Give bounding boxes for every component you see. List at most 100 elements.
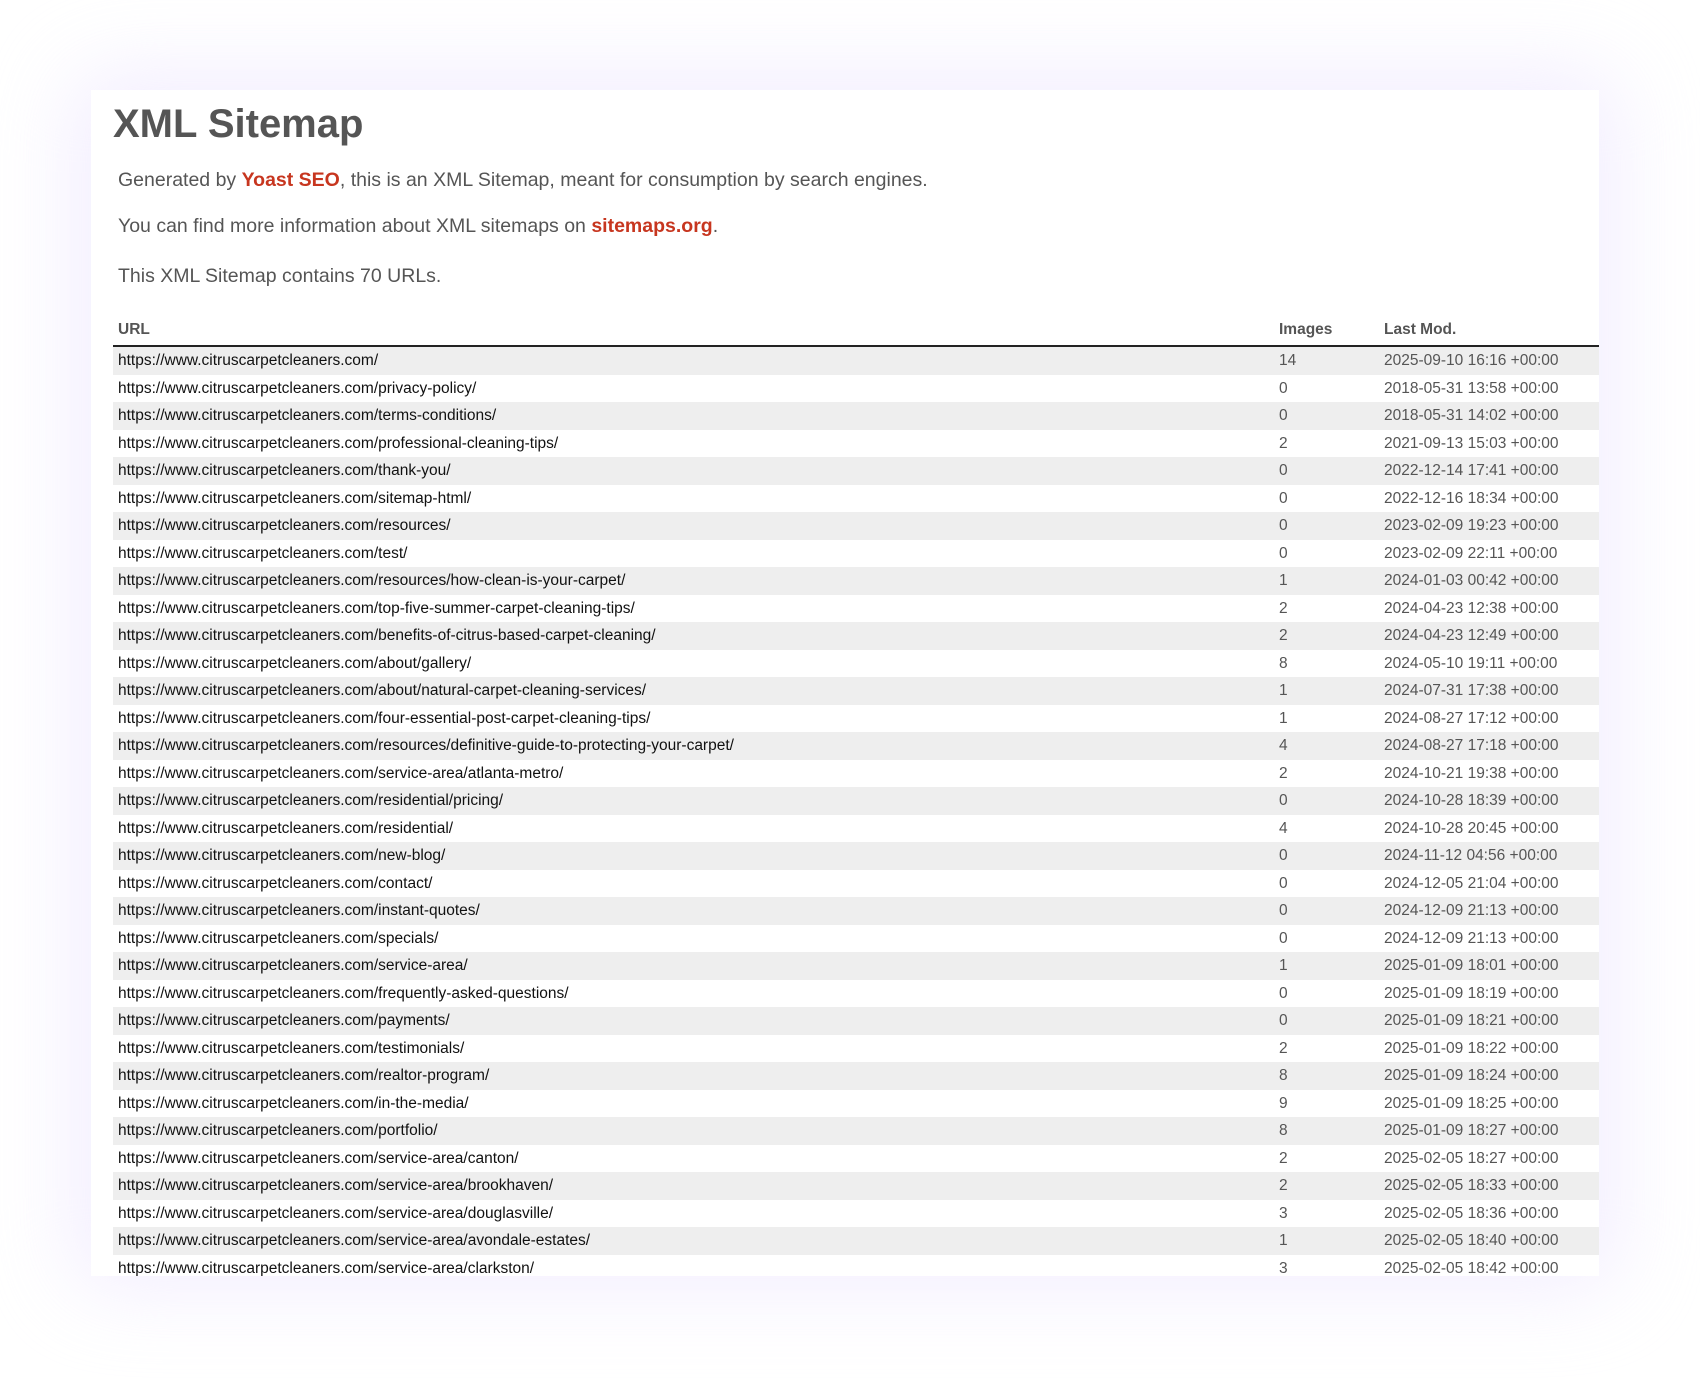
url-link[interactable]: https://www.citruscarpetcleaners.com/por…	[118, 1117, 438, 1145]
image-count: 0	[1279, 902, 1288, 919]
sitemap-page: XML Sitemap Generated by Yoast SEO, this…	[91, 90, 1599, 1276]
last-modified: 2023-02-09 22:11 +00:00	[1384, 544, 1558, 562]
image-count: 9	[1279, 1094, 1288, 1112]
url-link[interactable]: https://www.citruscarpetcleaners.com/ins…	[118, 897, 480, 925]
url-count-summary: This XML Sitemap contains 70 URLs.	[118, 265, 442, 287]
url-link[interactable]: https://www.citruscarpetcleaners.com/tes…	[118, 540, 407, 568]
url-link[interactable]: https://www.citruscarpetcleaners.com/tes…	[118, 1035, 464, 1063]
last-modified: 2025-01-09 18:27 +00:00	[1384, 1122, 1559, 1139]
url-link[interactable]: https://www.citruscarpetcleaners.com/in-…	[118, 1090, 469, 1118]
url-link[interactable]: https://www.citruscarpetcleaners.com/ser…	[118, 1172, 553, 1200]
image-count: 2	[1279, 434, 1288, 452]
image-count: 4	[1279, 819, 1288, 837]
url-link[interactable]: https://www.citruscarpetcleaners.com/ben…	[118, 622, 656, 650]
table-row: https://www.citruscarpetcleaners.com/pay…	[113, 1007, 1599, 1035]
url-link[interactable]: https://www.citruscarpetcleaners.com/res…	[118, 815, 453, 843]
image-count: 1	[1279, 709, 1288, 727]
url-link[interactable]: https://www.citruscarpetcleaners.com/top…	[118, 595, 635, 623]
intro-generated-by: Generated by Yoast SEO, this is an XML S…	[118, 167, 928, 193]
intro-prefix: You can find more information about XML …	[118, 215, 592, 237]
image-count: 0	[1279, 517, 1288, 534]
image-count: 2	[1279, 1177, 1288, 1194]
image-count: 8	[1279, 654, 1288, 672]
url-link[interactable]: https://www.citruscarpetcleaners.com/new…	[118, 842, 445, 870]
image-count: 0	[1279, 874, 1288, 892]
last-modified: 2024-12-09 21:13 +00:00	[1384, 929, 1559, 947]
url-link[interactable]: https://www.citruscarpetcleaners.com/pay…	[118, 1007, 450, 1035]
intro-prefix: Generated by	[118, 169, 242, 191]
table-row: https://www.citruscarpetcleaners.com/ser…	[113, 1199, 1599, 1228]
table-body: https://www.citruscarpetcleaners.com/1 4 2…	[113, 347, 1599, 1276]
last-modified: 2025-02-05 18:42 +00:00	[1384, 1259, 1559, 1277]
column-header-images: Images	[1279, 321, 1333, 338]
last-modified: 2024-04-23 12:49 +00:00	[1384, 627, 1559, 644]
table-row: https://www.citruscarpetcleaners.com/rea…	[113, 1062, 1599, 1090]
table-row: https://www.citruscarpetcleaners.com/top…	[113, 594, 1599, 623]
last-modified: 2025-02-05 18:27 +00:00	[1384, 1149, 1559, 1167]
table-row: https://www.citruscarpetcleaners.com/ser…	[113, 1172, 1599, 1200]
image-count: 0	[1279, 929, 1288, 947]
table-row: https://www.citruscarpetcleaners.com/res…	[113, 732, 1599, 760]
url-link[interactable]: https://www.citruscarpetcleaners.com/pro…	[118, 430, 558, 458]
image-count: 0	[1279, 544, 1288, 562]
yoast-seo-link[interactable]: Yoast SEO	[242, 169, 340, 191]
table-row: https://www.citruscarpetcleaners.com/con…	[113, 869, 1599, 898]
url-link[interactable]: https://www.citruscarpetcleaners.com/ser…	[118, 1145, 519, 1173]
url-link[interactable]: https://www.citruscarpetcleaners.com/ter…	[118, 402, 496, 430]
last-modified: 2022-12-16 18:34 +00:00	[1384, 489, 1559, 507]
image-count: 1	[1279, 682, 1288, 699]
image-count: 8	[1279, 1067, 1288, 1084]
url-link[interactable]: https://www.citruscarpetcleaners.com/fou…	[118, 705, 650, 733]
url-link[interactable]: https://www.citruscarpetcleaners.com/res…	[118, 787, 503, 815]
image-count: 2	[1279, 764, 1288, 782]
url-link[interactable]: https://www.citruscarpetcleaners.com/rea…	[118, 1062, 489, 1090]
image-count: 0	[1279, 1012, 1288, 1029]
table-row: https://www.citruscarpetcleaners.com/ter…	[113, 402, 1599, 430]
url-link[interactable]: https://www.citruscarpetcleaners.com/	[118, 347, 378, 375]
last-modified: 2024-04-23 12:38 +00:00	[1384, 599, 1559, 617]
image-count: 2	[1279, 627, 1288, 644]
url-link[interactable]: https://www.citruscarpetcleaners.com/tha…	[118, 457, 451, 485]
last-modified: 2024-05-10 19:11 +00:00	[1384, 654, 1558, 672]
url-link[interactable]: https://www.citruscarpetcleaners.com/pri…	[118, 375, 476, 403]
image-count: 0	[1279, 407, 1288, 424]
image-count: 0	[1279, 792, 1288, 809]
intro-more-info: You can find more information about XML …	[118, 213, 718, 239]
table-row: https://www.citruscarpetcleaners.com/ser…	[113, 1144, 1599, 1173]
table-row: https://www.citruscarpetcleaners.com/ser…	[113, 1254, 1599, 1277]
last-modified: 2024-11-12 04:56 +00:00	[1384, 847, 1558, 864]
table-row: https://www.citruscarpetcleaners.com/14 2…	[113, 347, 1599, 375]
table-row: https://www.citruscarpetcleaners.com/tes…	[113, 539, 1599, 568]
url-link[interactable]: https://www.citruscarpetcleaners.com/fre…	[118, 980, 569, 1008]
url-link[interactable]: https://www.citruscarpetcleaners.com/res…	[118, 567, 625, 595]
table-row: https://www.citruscarpetcleaners.com/ser…	[113, 759, 1599, 788]
last-modified: 2024-10-28 20:45 +00:00	[1384, 819, 1559, 837]
url-link[interactable]: https://www.citruscarpetcleaners.com/abo…	[118, 677, 646, 705]
image-count: 4	[1279, 737, 1288, 754]
url-link[interactable]: https://www.citruscarpetcleaners.com/ser…	[118, 952, 468, 980]
table-row: https://www.citruscarpetcleaners.com/ser…	[113, 952, 1599, 980]
url-link[interactable]: https://www.citruscarpetcleaners.com/abo…	[118, 650, 471, 678]
url-link[interactable]: https://www.citruscarpetcleaners.com/spe…	[118, 925, 438, 953]
url-link[interactable]: https://www.citruscarpetcleaners.com/ser…	[118, 1227, 590, 1255]
last-modified: 2024-08-27 17:12 +00:00	[1384, 709, 1559, 727]
url-link[interactable]: https://www.citruscarpetcleaners.com/res…	[118, 512, 451, 540]
url-link[interactable]: https://www.citruscarpetcleaners.com/res…	[118, 732, 734, 760]
url-link[interactable]: https://www.citruscarpetcleaners.com/ser…	[118, 1200, 553, 1228]
table-row: https://www.citruscarpetcleaners.com/abo…	[113, 649, 1599, 678]
image-count: 0	[1279, 462, 1288, 479]
page-title: XML Sitemap	[113, 102, 364, 146]
last-modified: 2018-05-31 14:02 +00:00	[1384, 407, 1559, 424]
url-link[interactable]: https://www.citruscarpetcleaners.com/sit…	[118, 485, 471, 513]
sitemaps-org-link[interactable]: sitemaps.org	[591, 215, 712, 237]
url-link[interactable]: https://www.citruscarpetcleaners.com/ser…	[118, 760, 563, 788]
url-link[interactable]: https://www.citruscarpetcleaners.com/con…	[118, 870, 432, 898]
table-row: https://www.citruscarpetcleaners.com/fre…	[113, 979, 1599, 1008]
intro-suffix: .	[712, 215, 719, 237]
table-row: https://www.citruscarpetcleaners.com/tha…	[113, 457, 1599, 485]
image-count: 2	[1279, 599, 1288, 617]
last-modified: 2025-09-10 16:16 +00:00	[1384, 352, 1559, 369]
last-modified: 2022-12-14 17:41 +00:00	[1384, 462, 1559, 479]
url-link[interactable]: https://www.citruscarpetcleaners.com/ser…	[118, 1255, 534, 1277]
image-count: 1	[1279, 1232, 1288, 1249]
